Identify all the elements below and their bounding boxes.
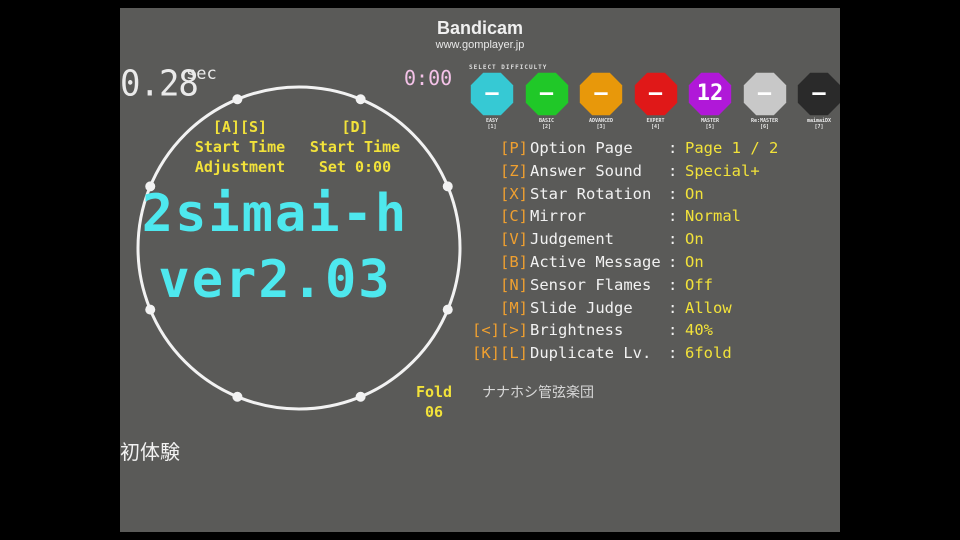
difficulty-advanced-button[interactable]: — ADVANCED [3] (578, 72, 624, 136)
difficulty-level: — (812, 81, 826, 106)
difficulty-caption: Re:MASTER [6] (738, 118, 792, 130)
option-label: Judgement (530, 230, 614, 249)
difficulty-level: — (757, 81, 772, 106)
difficulty-key: [5] (705, 124, 715, 130)
difficulty-basic-button[interactable]: — BASIC [2] (524, 72, 570, 136)
option-key: [M] (500, 298, 528, 317)
difficulty-header: SELECT DIFFICULTY (469, 64, 548, 71)
difficulty-key: [2] (541, 124, 552, 130)
option-separator: : (668, 344, 678, 363)
option-key: [<][>] (472, 321, 528, 340)
option-key: [B] (500, 253, 528, 271)
option-row[interactable]: [M] Slide Judge: Allow (468, 299, 808, 321)
option-label: Sensor Flames (530, 275, 652, 294)
option-key: [V] (500, 230, 528, 249)
option-key: [K][L] (472, 344, 528, 363)
option-row[interactable]: [K][L] Duplicate Lv.:6fold (468, 344, 808, 366)
song-version: ver2.03 (158, 250, 392, 310)
option-label: Slide Judge (530, 298, 633, 317)
start-set-line2: Set 0:00 (318, 158, 392, 176)
option-label: Active Message (530, 253, 661, 271)
start-set-keys: [D] (341, 118, 369, 136)
song-genre: 初体験 (120, 440, 180, 464)
option-label: Option Page (530, 139, 633, 157)
difficulty-level: 12 (696, 81, 724, 106)
difficulty-level: — (485, 81, 499, 106)
option-separator: : (668, 161, 678, 180)
option-separator: : (668, 275, 678, 294)
fold-label: Fold (415, 383, 453, 401)
option-label: Star Rotation (530, 184, 652, 203)
start-adjust-control[interactable]: [A][S] Start Time Adjustment (180, 117, 300, 177)
difficulty-caption: MASTER [5] (683, 118, 737, 130)
difficulty-key: [7] (814, 124, 824, 130)
option-row[interactable]: [N] Sensor Flames: Off (468, 276, 808, 298)
option-value: Normal (685, 207, 741, 226)
ring-sensor-dot (232, 391, 243, 402)
difficulty-key: [1] (487, 124, 497, 130)
start-adjust-line1: Start Time (194, 138, 286, 156)
difficulty-easy-button[interactable]: — EASY [1] (469, 72, 515, 136)
option-key: [Z] (500, 161, 528, 180)
fold-indicator: Fold 06 (408, 382, 460, 422)
option-value: Page 1 / 2 (685, 139, 779, 157)
difficulty-level: — (539, 81, 554, 106)
start-adjust-keys: [A][S] (212, 118, 268, 136)
start-set-control[interactable]: [D] Start Time Set 0:00 (296, 117, 414, 177)
difficulty-caption: maimaiDX [7] (792, 118, 840, 130)
option-separator: : (668, 207, 678, 226)
option-row[interactable]: [C] Mirror: Normal (468, 207, 808, 229)
option-key: [P] (500, 139, 528, 157)
start-adjust-line2: Adjustment (194, 158, 286, 176)
option-label: Answer Sound (530, 161, 642, 180)
option-separator: : (668, 321, 678, 340)
difficulty-master-button[interactable]: 12 MASTER [5] (687, 72, 733, 136)
option-value: 6fold (685, 344, 732, 363)
option-separator: : (668, 139, 678, 157)
difficulty-caption: ADVANCED [3] (574, 118, 628, 130)
option-value: On (685, 230, 704, 249)
difficulty-caption: EXPERT [4] (629, 118, 683, 130)
option-row[interactable]: [Z] Answer Sound: Special+ (468, 162, 808, 184)
option-row[interactable]: [P] Option Page: Page 1 / 2 (468, 139, 808, 161)
difficulty-level: — (648, 81, 663, 106)
option-label: Mirror (530, 207, 586, 226)
option-key: [C] (500, 207, 528, 226)
option-row[interactable]: [X] Star Rotation: On (468, 185, 808, 207)
option-key: [N] (500, 275, 528, 294)
difficulty-key: [4] (650, 124, 661, 130)
ring-sensor-dot (232, 94, 243, 105)
option-value: Allow (685, 298, 732, 317)
difficulty-key: [6] (759, 124, 770, 130)
difficulty-remaster-button[interactable]: — Re:MASTER [6] (742, 72, 788, 136)
difficulty-caption: BASIC [2] (520, 118, 574, 130)
option-label: Duplicate Lv. (530, 344, 652, 363)
difficulty-level: — (594, 81, 608, 106)
option-separator: : (668, 184, 678, 203)
song-title: 2simai-h (141, 184, 409, 244)
option-value: Off (685, 275, 713, 294)
difficulty-maimaidx-button[interactable]: — maimaiDX [7] (796, 72, 840, 136)
song-artist: ナナホシ管弦楽団 (482, 385, 594, 401)
ring-sensor-dot (355, 94, 366, 105)
option-key: [X] (500, 184, 528, 203)
option-value: Special+ (685, 161, 760, 180)
option-value: 40% (685, 321, 713, 340)
option-row[interactable]: [<][>] Brightness:40% (468, 321, 808, 343)
option-label: Brightness (530, 321, 624, 340)
difficulty-expert-button[interactable]: — EXPERT [4] (633, 72, 679, 136)
start-set-line1: Start Time (309, 138, 401, 156)
option-separator: : (668, 298, 678, 317)
fold-value: 06 (424, 403, 444, 421)
option-row[interactable]: [V] Judgement: On (468, 230, 808, 252)
option-separator: : (668, 230, 678, 249)
difficulty-caption: EASY [1] (465, 118, 519, 130)
option-separator: : (668, 253, 678, 271)
option-row[interactable]: [B] Active Message: On (468, 253, 808, 275)
ring-sensor-dot (355, 391, 366, 402)
option-value: On (685, 253, 704, 271)
difficulty-key: [3] (596, 124, 606, 130)
game-screen: Bandicam www.gomplayer.jp 0.28 sec 0:00 … (120, 8, 840, 532)
option-value: On (685, 184, 704, 203)
